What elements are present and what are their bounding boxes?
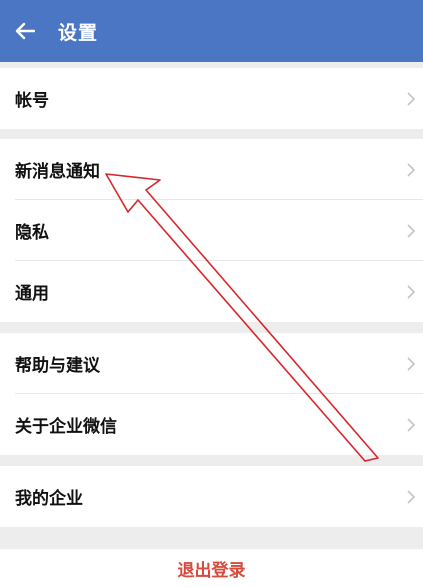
arrow-left-icon [15, 22, 35, 40]
chevron-right-icon [407, 356, 416, 371]
settings-item-general[interactable]: 通用 [0, 261, 423, 322]
chevron-right-icon [407, 284, 416, 299]
chevron-right-icon [407, 417, 416, 432]
settings-item-label: 通用 [15, 284, 49, 304]
settings-item-my-enterprise[interactable]: 我的企业 ㅤㅤㅤ [0, 466, 423, 527]
section-enterprise: 我的企业 ㅤㅤㅤ [0, 466, 423, 527]
section-account: 帐号 [0, 68, 423, 129]
chevron-right-icon [407, 223, 416, 238]
settings-item-label: 我的企业 [15, 489, 83, 509]
settings-item-label: 关于企业微信 [15, 417, 117, 437]
settings-item-label: 隐私 [15, 223, 49, 243]
chevron-right-icon [407, 489, 416, 504]
settings-item-about[interactable]: 关于企业微信 [0, 394, 423, 455]
settings-item-account[interactable]: 帐号 [0, 68, 423, 129]
top-bar: 设置 [0, 0, 423, 62]
settings-item-privacy[interactable]: 隐私 [0, 200, 423, 261]
settings-item-help[interactable]: 帮助与建议 [0, 333, 423, 394]
page-title: 设置 [58, 21, 99, 44]
section-help: 帮助与建议 关于企业微信 [0, 333, 423, 455]
settings-item-label: 新消息通知 [15, 162, 100, 182]
chevron-right-icon [407, 91, 416, 106]
section-general: 新消息通知 隐私 通用 [0, 139, 423, 322]
logout-label: 退出登录 [177, 560, 246, 581]
settings-item-notifications[interactable]: 新消息通知 [0, 139, 423, 200]
logout-button[interactable]: 退出登录 [0, 549, 423, 587]
enterprise-name-value: ㅤㅤㅤ [351, 491, 387, 506]
chevron-right-icon [407, 162, 416, 177]
settings-item-label: 帐号 [15, 91, 49, 111]
settings-item-label: 帮助与建议 [15, 356, 100, 376]
back-button[interactable] [14, 20, 36, 42]
